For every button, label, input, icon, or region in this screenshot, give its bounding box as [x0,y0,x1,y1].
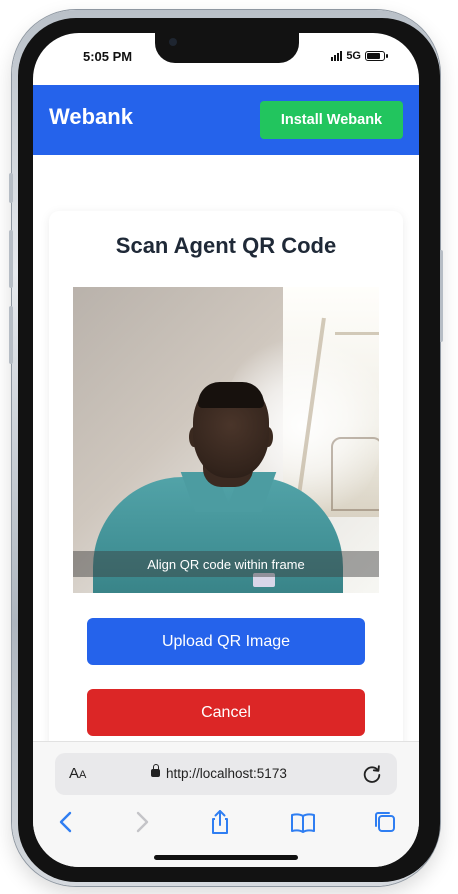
battery-level [367,53,380,59]
reload-icon[interactable] [361,763,383,785]
browser-toolbar: AA http://localhost:5173 [33,741,419,867]
camera-person-hair [198,382,264,408]
volume-up-button [9,230,13,288]
status-time: 5:05 PM [83,49,133,64]
back-icon[interactable] [53,808,81,836]
app-header: Webank Install Webank [33,85,419,155]
camera-bg-grille [331,437,379,511]
forward-icon[interactable] [127,808,155,836]
align-hint: Align QR code within frame [73,551,379,577]
text-size-button[interactable]: AA [69,765,86,782]
notch [155,33,299,63]
aa-small: A [79,769,87,781]
upload-qr-button[interactable]: Upload QR Image [87,618,365,665]
url-text[interactable]: http://localhost:5173 [166,766,287,781]
bookmarks-icon[interactable] [289,808,317,836]
scan-card: Scan Agent QR Code Align QR code within … [49,211,403,811]
screen: 5:05 PM 5G Webank Install Webank Scan Ag… [33,33,419,867]
home-indicator[interactable] [154,855,298,860]
tabs-icon[interactable] [371,808,399,836]
signal-icon [331,51,343,61]
install-button[interactable]: Install Webank [260,101,403,139]
brand-logo-text[interactable]: Webank [49,104,133,130]
camera-preview: Align QR code within frame [73,287,379,593]
share-icon[interactable] [206,808,234,836]
status-indicators: 5G [331,50,388,62]
network-type: 5G [346,50,361,62]
camera-bg-frame [335,332,379,335]
front-camera [169,38,177,46]
silent-switch [9,173,13,203]
volume-down-button [9,306,13,364]
battery-icon [365,51,388,61]
cancel-button[interactable]: Cancel [87,689,365,736]
page-title: Scan Agent QR Code [115,233,337,258]
lock-icon [151,764,160,777]
address-bar[interactable]: AA http://localhost:5173 [55,753,397,795]
aa-large: A [69,765,80,782]
